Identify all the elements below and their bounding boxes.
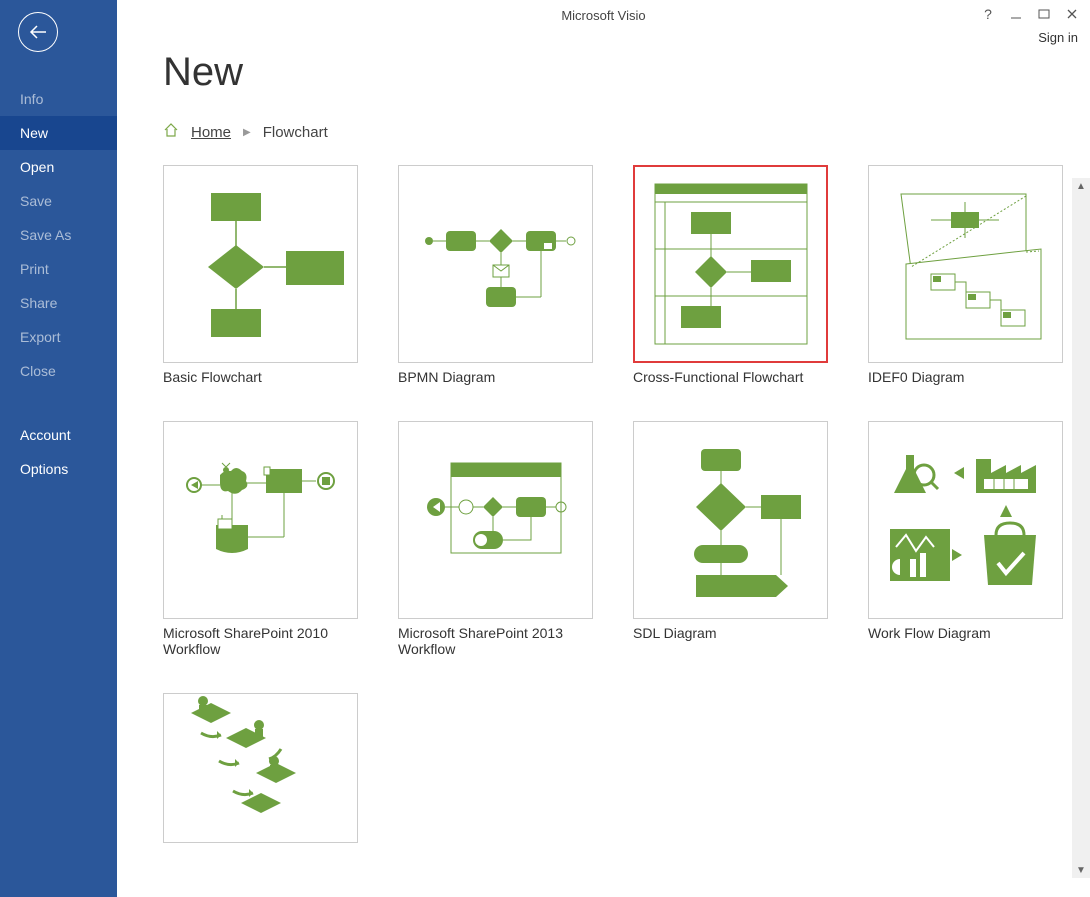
sidebar: Info New Open Save Save As Print Share E…	[0, 0, 117, 897]
template-label: SDL Diagram	[633, 625, 828, 641]
template-bpmn-diagram[interactable]: BPMN Diagram	[398, 165, 593, 385]
template-sharepoint-2013-workflow[interactable]: Microsoft SharePoint 2013 Workflow	[398, 421, 593, 657]
scroll-up-icon[interactable]: ▲	[1072, 178, 1090, 194]
template-sharepoint-2010-workflow[interactable]: Microsoft SharePoint 2010 Workflow	[163, 421, 358, 657]
sidebar-item-save[interactable]: Save	[0, 184, 117, 218]
sidebar-item-saveas[interactable]: Save As	[0, 218, 117, 252]
template-label: Microsoft SharePoint 2013 Workflow	[398, 625, 593, 657]
sidebar-item-options[interactable]: Options	[0, 452, 117, 486]
template-label: Cross-Functional Flowchart	[633, 369, 828, 385]
breadcrumb-separator-icon: ▶	[243, 127, 251, 138]
template-idef0-diagram[interactable]: IDEF0 Diagram	[868, 165, 1063, 385]
sidebar-item-share[interactable]: Share	[0, 286, 117, 320]
template-cross-functional-flowchart[interactable]: Cross-Functional Flowchart	[633, 165, 828, 385]
sidebar-item-info[interactable]: Info	[0, 82, 117, 116]
template-sdl-diagram[interactable]: SDL Diagram	[633, 421, 828, 657]
template-label: Basic Flowchart	[163, 369, 358, 385]
sidebar-item-close[interactable]: Close	[0, 354, 117, 388]
breadcrumb: Home ▶ Flowchart	[163, 123, 1090, 141]
template-gallery: Basic Flowchart	[163, 165, 1090, 849]
template-label: Work Flow Diagram	[868, 625, 1063, 641]
sidebar-item-export[interactable]: Export	[0, 320, 117, 354]
main-content: New Home ▶ Flowchart	[117, 0, 1090, 897]
sidebar-item-open[interactable]: Open	[0, 150, 117, 184]
breadcrumb-current: Flowchart	[263, 124, 328, 141]
template-label: Microsoft SharePoint 2010 Workflow	[163, 625, 358, 657]
template-label: IDEF0 Diagram	[868, 369, 1063, 385]
template-isometric-workflow[interactable]	[163, 693, 358, 849]
breadcrumb-home[interactable]: Home	[191, 124, 231, 141]
sidebar-item-account[interactable]: Account	[0, 418, 117, 452]
sidebar-item-print[interactable]: Print	[0, 252, 117, 286]
template-basic-flowchart[interactable]: Basic Flowchart	[163, 165, 358, 385]
page-title: New	[163, 50, 1090, 95]
sidebar-item-new[interactable]: New	[0, 116, 117, 150]
template-label: BPMN Diagram	[398, 369, 593, 385]
scroll-down-icon[interactable]: ▼	[1072, 862, 1090, 878]
scrollbar[interactable]: ▲ ▼	[1072, 178, 1090, 878]
back-arrow-icon	[28, 24, 48, 40]
home-icon	[163, 123, 179, 141]
back-button[interactable]	[18, 12, 58, 52]
template-work-flow-diagram[interactable]: Work Flow Diagram	[868, 421, 1063, 657]
